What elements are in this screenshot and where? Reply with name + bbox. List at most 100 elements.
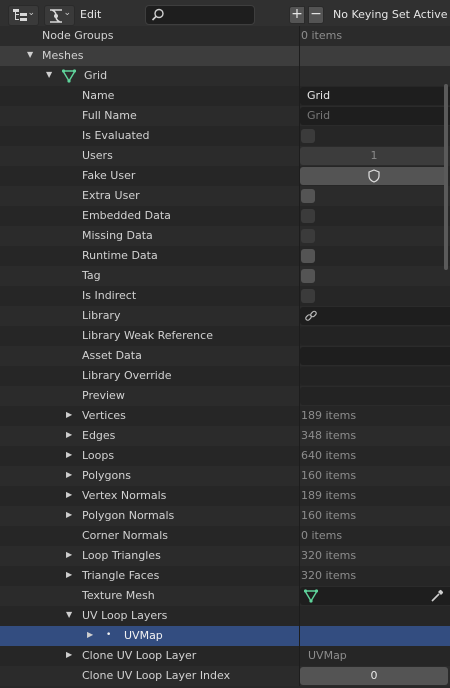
link-icon — [305, 310, 317, 321]
row-label: Extra User — [82, 189, 140, 202]
tree-row-clone-uv-loop-layer[interactable]: ▶ Clone UV Loop Layer UVMap — [0, 646, 450, 666]
vertical-scrollbar[interactable] — [444, 84, 448, 270]
expand-triangle-right-icon[interactable]: ▶ — [66, 490, 72, 499]
row-label: Triangle Faces — [82, 569, 160, 582]
mesh-data-icon — [304, 589, 318, 603]
tree-row-loops[interactable]: ▶ Loops 640 items — [0, 446, 450, 466]
tree-row-meshes[interactable]: ▼ Meshes — [0, 46, 450, 66]
row-label: Is Evaluated — [82, 129, 150, 142]
row-label: Corner Normals — [82, 529, 169, 542]
row-label: Full Name — [82, 109, 137, 122]
tree-row-tag: Tag — [0, 266, 450, 286]
tree-row-is-indirect: Is Indirect — [0, 286, 450, 306]
tree-row-polygons[interactable]: ▶ Polygons 160 items — [0, 466, 450, 486]
row-value: 640 items — [301, 449, 357, 462]
edit-menu[interactable]: Edit — [80, 8, 101, 21]
shield-icon — [368, 169, 380, 183]
expand-triangle-right-icon[interactable]: ▶ — [66, 410, 72, 419]
name-field[interactable]: Grid — [300, 87, 450, 105]
row-label: UV Loop Layers — [82, 609, 168, 622]
expand-triangle-down-icon[interactable]: ▼ — [66, 610, 72, 619]
row-label: Library Override — [82, 369, 172, 382]
display-mode-dropdown[interactable]: ⌄ — [8, 5, 39, 26]
row-label: Is Indirect — [82, 289, 137, 302]
tree-row-corner-normals: Corner Normals 0 items — [0, 526, 450, 546]
fake-user-toggle[interactable] — [300, 167, 448, 185]
users-field: 1 — [300, 147, 448, 165]
row-label: Missing Data — [82, 229, 153, 242]
clone-uv-loop-layer-index-field[interactable]: 0 — [300, 667, 448, 685]
data-api-tree: Node Groups 0 items ▼ Meshes ▼ Grid Name… — [0, 26, 450, 688]
tree-row-full-name: Full Name Grid — [0, 106, 450, 126]
expand-triangle-right-icon[interactable]: ▶ — [66, 550, 72, 559]
bullet-dot-icon: • — [106, 630, 112, 640]
tree-row-triangle-faces[interactable]: ▶ Triangle Faces 320 items — [0, 566, 450, 586]
library-field[interactable] — [300, 307, 450, 325]
tree-row-library-weak-reference: Library Weak Reference — [0, 326, 450, 346]
row-label: Name — [82, 89, 115, 102]
eyedropper-icon[interactable] — [430, 589, 444, 603]
tree-row-clone-uv-loop-layer-index: Clone UV Loop Layer Index 0 — [0, 666, 450, 686]
library-weak-reference-field — [300, 327, 450, 345]
row-label: Fake User — [82, 169, 136, 182]
row-label: Library Weak Reference — [82, 329, 213, 342]
tree-row-loop-triangles[interactable]: ▶ Loop Triangles 320 items — [0, 546, 450, 566]
tree-row-library: Library — [0, 306, 450, 326]
filter-dropdown[interactable]: ⌄ — [44, 5, 75, 26]
row-value: 320 items — [301, 549, 357, 562]
is-indirect-checkbox — [301, 289, 315, 303]
full-name-field: Grid — [300, 107, 450, 125]
expand-triangle-right-icon[interactable]: ▶ — [87, 630, 93, 639]
tree-row-texture-mesh: Texture Mesh — [0, 586, 450, 606]
chevron-down-icon: ⌄ — [27, 8, 35, 18]
expand-triangle-right-icon[interactable]: ▶ — [66, 650, 72, 659]
expand-triangle-right-icon[interactable]: ▶ — [66, 510, 72, 519]
row-label: Library — [82, 309, 121, 322]
search-input[interactable] — [145, 5, 255, 25]
texture-mesh-field[interactable] — [300, 587, 450, 605]
extra-user-checkbox[interactable] — [301, 189, 315, 203]
expand-triangle-right-icon[interactable]: ▶ — [66, 570, 72, 579]
tree-row-name: Name Grid — [0, 86, 450, 106]
expand-triangle-right-icon[interactable]: ▶ — [66, 470, 72, 479]
mesh-data-icon — [62, 69, 76, 83]
row-value: 160 items — [301, 469, 357, 482]
row-value: 160 items — [301, 509, 357, 522]
row-label: Tag — [82, 269, 101, 282]
tree-row-runtime-data: Runtime Data — [0, 246, 450, 266]
row-label: Loop Triangles — [82, 549, 161, 562]
tree-row-vertex-normals[interactable]: ▶ Vertex Normals 189 items — [0, 486, 450, 506]
row-label: Edges — [82, 429, 116, 442]
tree-row-polygon-normals[interactable]: ▶ Polygon Normals 160 items — [0, 506, 450, 526]
tree-row-vertices[interactable]: ▶ Vertices 189 items — [0, 406, 450, 426]
expand-triangle-down-icon[interactable]: ▼ — [46, 70, 52, 79]
row-value: 348 items — [301, 429, 357, 442]
expand-triangle-right-icon[interactable]: ▶ — [66, 450, 72, 459]
tag-checkbox[interactable] — [301, 269, 315, 283]
tree-row-library-override: Library Override — [0, 366, 450, 386]
search-icon — [151, 8, 164, 21]
tree-row-uv-loop-layers[interactable]: ▼ UV Loop Layers — [0, 606, 450, 626]
row-label: Polygons — [82, 469, 131, 482]
tree-row-node-groups[interactable]: Node Groups 0 items — [0, 26, 450, 46]
library-override-field — [300, 367, 450, 385]
tree-row-edges[interactable]: ▶ Edges 348 items — [0, 426, 450, 446]
row-value: 320 items — [301, 569, 357, 582]
expand-triangle-down-icon[interactable]: ▼ — [27, 50, 33, 59]
row-label: Grid — [84, 69, 108, 82]
row-label: Vertices — [82, 409, 126, 422]
row-label: Embedded Data — [82, 209, 171, 222]
row-label: Runtime Data — [82, 249, 158, 262]
tree-row-grid[interactable]: ▼ Grid — [0, 66, 450, 86]
add-keying-set-button[interactable]: + — [289, 6, 305, 24]
row-label: Meshes — [42, 49, 84, 62]
row-value: 189 items — [301, 489, 357, 502]
tree-row-uvmap[interactable]: ▶ • UVMap — [0, 626, 450, 646]
row-label: Polygon Normals — [82, 509, 175, 522]
tree-row-extra-user: Extra User — [0, 186, 450, 206]
embedded-data-checkbox — [301, 209, 315, 223]
row-value: 0 items — [301, 29, 343, 42]
expand-triangle-right-icon[interactable]: ▶ — [66, 430, 72, 439]
runtime-data-checkbox[interactable] — [301, 249, 315, 263]
remove-keying-set-button[interactable]: − — [308, 6, 324, 24]
